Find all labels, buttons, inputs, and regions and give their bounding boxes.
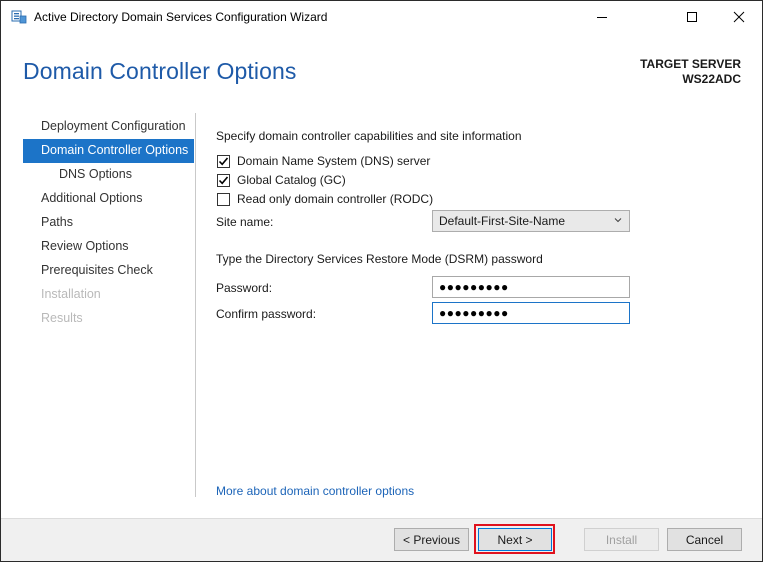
previous-button[interactable]: < Previous <box>394 528 469 551</box>
confirm-password-input[interactable]: ●●●●●●●●● <box>432 302 630 324</box>
rodc-checkbox[interactable] <box>217 192 230 206</box>
target-server-label: TARGET SERVER <box>640 57 741 71</box>
close-button[interactable] <box>716 1 762 33</box>
maximize-button[interactable] <box>669 1 715 33</box>
nav-item-dns-options[interactable]: DNS Options <box>23 163 194 187</box>
nav-item-paths[interactable]: Paths <box>23 211 194 235</box>
chevron-down-icon <box>614 218 622 223</box>
site-name-value: Default-First-Site-Name <box>439 214 566 228</box>
dns-server-checkbox-row[interactable]: Domain Name System (DNS) server <box>217 153 430 169</box>
wizard-nav: Deployment Configuration Domain Controll… <box>23 115 194 331</box>
title-bar[interactable]: Active Directory Domain Services Configu… <box>1 1 762 33</box>
nav-divider <box>195 113 196 497</box>
checkmark-icon <box>218 156 229 165</box>
rodc-checkbox-row[interactable]: Read only domain controller (RODC) <box>217 191 433 207</box>
install-button: Install <box>584 528 659 551</box>
global-catalog-checkbox[interactable] <box>217 173 230 187</box>
password-label: Password: <box>216 281 273 295</box>
wizard-window: Active Directory Domain Services Configu… <box>0 0 763 562</box>
target-server-name: WS22ADC <box>682 72 741 86</box>
global-catalog-label[interactable]: Global Catalog (GC) <box>237 173 346 187</box>
rodc-label[interactable]: Read only domain controller (RODC) <box>237 192 433 206</box>
more-about-dc-options-link[interactable]: More about domain controller options <box>216 484 414 498</box>
checkmark-icon <box>218 175 229 184</box>
nav-item-deployment-configuration[interactable]: Deployment Configuration <box>23 115 194 139</box>
global-catalog-checkbox-row[interactable]: Global Catalog (GC) <box>217 172 346 188</box>
minimize-button[interactable] <box>579 1 625 33</box>
password-input[interactable]: ●●●●●●●●● <box>432 276 630 298</box>
nav-item-domain-controller-options[interactable]: Domain Controller Options <box>23 139 194 163</box>
nav-item-prerequisites-check[interactable]: Prerequisites Check <box>23 259 194 283</box>
dns-server-label[interactable]: Domain Name System (DNS) server <box>237 154 430 168</box>
nav-item-results: Results <box>41 311 83 325</box>
next-button-highlight <box>474 524 555 554</box>
server-manager-icon <box>11 10 27 24</box>
dsrm-heading: Type the Directory Services Restore Mode… <box>216 252 543 266</box>
nav-item-additional-options[interactable]: Additional Options <box>23 187 194 211</box>
close-icon <box>733 11 745 23</box>
minimize-icon <box>597 17 607 18</box>
capabilities-heading: Specify domain controller capabilities a… <box>216 129 522 143</box>
confirm-password-label: Confirm password: <box>216 307 317 321</box>
site-name-label: Site name: <box>216 215 274 229</box>
maximize-icon <box>687 12 697 22</box>
site-name-select[interactable]: Default-First-Site-Name <box>432 210 630 232</box>
page-title: Domain Controller Options <box>23 58 297 84</box>
nav-item-installation: Installation <box>41 287 101 301</box>
nav-item-review-options[interactable]: Review Options <box>23 235 194 259</box>
window-title: Active Directory Domain Services Configu… <box>34 10 328 24</box>
dns-server-checkbox[interactable] <box>217 154 230 168</box>
cancel-button[interactable]: Cancel <box>667 528 742 551</box>
target-server: TARGET SERVER WS22ADC <box>640 57 741 87</box>
